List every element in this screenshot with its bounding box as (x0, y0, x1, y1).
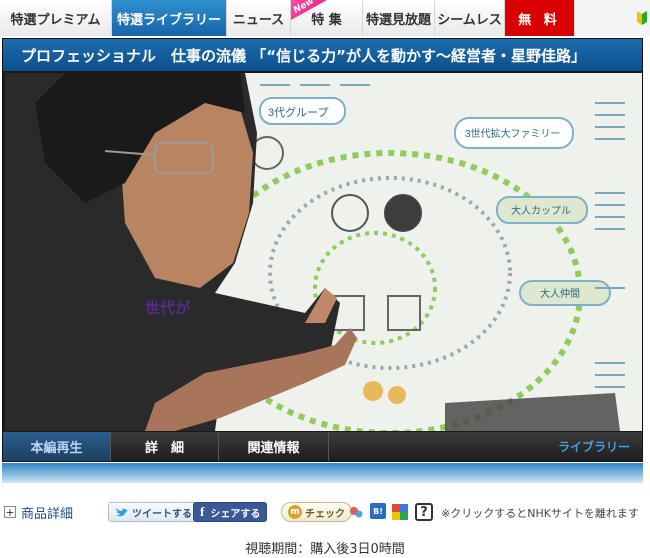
beginner-mark-icon (636, 11, 647, 25)
video-player: プロフェッショナル 仕事の流儀 「“信じる力”が人を動かす〜経営者・星野佳路」 … (2, 38, 643, 462)
product-detail-link[interactable]: + 商品詳細 (4, 503, 73, 522)
tab-feature[interactable]: New 特 集 (291, 0, 363, 36)
top-nav: 特選プレミアム 特選ライブラリー ニュース New 特 集 特選見放題 シームレ… (0, 0, 650, 36)
tab-library[interactable]: 特選ライブラリー (112, 0, 227, 36)
nav-leaf-area (575, 0, 650, 36)
player-tab-bar: 本編再生 詳 細 関連情報 ライブラリー (3, 432, 642, 461)
tab-details[interactable]: 詳 細 (111, 432, 219, 461)
facebook-share-button[interactable]: f シェアする (193, 502, 268, 522)
video-frame[interactable]: 3代グループ 3世代拡大ファミリー 大人カップル 大人仲間 世代が (5, 73, 642, 431)
tab-free[interactable]: 無 料 (505, 0, 575, 36)
library-link[interactable]: ライブラリー (558, 432, 642, 461)
board-label-couple: 大人カップル (511, 204, 571, 217)
page-root: 特選プレミアム 特選ライブラリー ニュース New 特 集 特選見放題 シームレ… (0, 0, 650, 558)
video-still: 3代グループ 3世代拡大ファミリー 大人カップル 大人仲間 世代が (5, 73, 642, 431)
tweet-button[interactable]: ツイートする (108, 502, 199, 522)
tab-unlimited[interactable]: 特選見放題 (363, 0, 435, 36)
tab-news[interactable]: ニュース (227, 0, 291, 36)
tab-related-info[interactable]: 関連情報 (219, 432, 329, 461)
program-title: プロフェッショナル 仕事の流儀 「“信じる力”が人を動かす〜経営者・星野佳路」 (3, 39, 642, 71)
tab-main-playback[interactable]: 本編再生 (3, 432, 111, 461)
board-label-group: 3代グループ (268, 105, 328, 119)
facebook-f-icon: f (200, 504, 205, 519)
help-icon[interactable]: ? (415, 503, 433, 521)
google-icon[interactable] (391, 503, 409, 521)
tab-premium[interactable]: 特選プレミアム (0, 0, 112, 36)
share-row: + 商品詳細 ツイートする f シェアする m チェック B! ? ※クリックす… (0, 500, 650, 524)
external-site-notice: ※クリックするとNHKサイトを離れます (441, 507, 639, 520)
board-label-generation: 世代が (145, 299, 191, 317)
mixi-check-button[interactable]: m チェック (281, 502, 352, 522)
player-bottom-band (2, 463, 643, 483)
viewing-period: 視聴期間：購入後3日0時間 (245, 542, 405, 557)
twitter-bird-icon (116, 507, 128, 516)
bookmark-icon[interactable] (347, 503, 365, 521)
tab-seamless[interactable]: シームレス (435, 0, 505, 36)
mixi-icon: m (288, 505, 302, 519)
hatena-bookmark-icon[interactable]: B! (370, 503, 386, 519)
board-label-friends: 大人仲間 (540, 287, 580, 300)
board-label-family: 3世代拡大ファミリー (465, 127, 561, 140)
plus-icon: + (4, 505, 16, 519)
